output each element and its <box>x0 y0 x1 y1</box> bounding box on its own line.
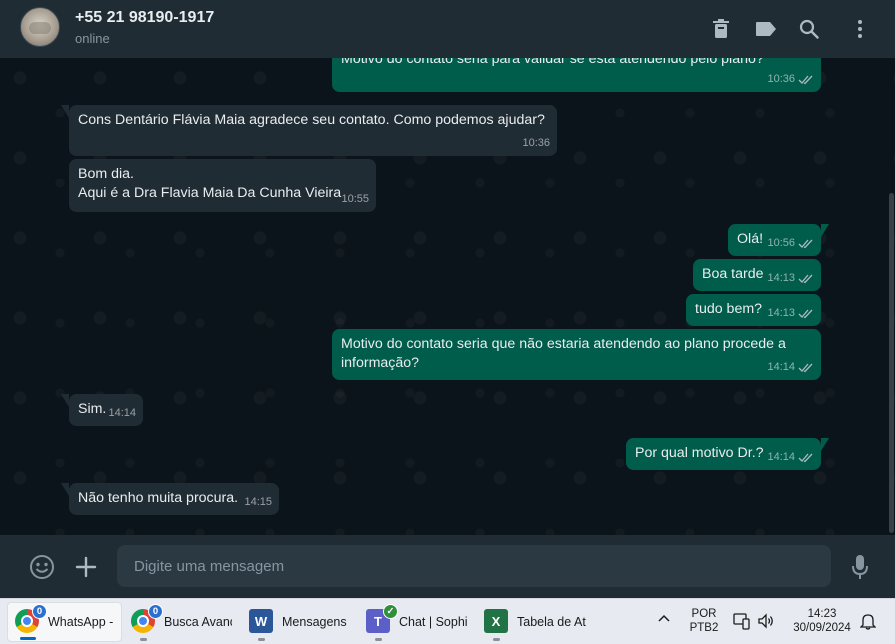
message-time: 14:14 <box>108 407 136 419</box>
notification-badge: 0 <box>148 604 163 619</box>
input-language-indicator[interactable]: POR PTB2 <box>686 607 722 635</box>
message-time: 10:55 <box>341 193 369 205</box>
message-time: 14:14 <box>767 451 795 463</box>
read-ticks-icon <box>798 274 813 284</box>
message-text: Não tenho muita procura. <box>78 490 239 506</box>
message-meta: 10:56 <box>767 234 814 253</box>
search-icon[interactable] <box>797 17 821 41</box>
chat-messages-area[interactable]: Motivo do contato seria para validar se … <box>0 58 895 535</box>
message-text: Motivo do contato seria para validar se … <box>341 58 764 67</box>
menu-icon[interactable] <box>848 17 872 41</box>
notification-badge: 0 <box>32 604 47 619</box>
delete-icon[interactable] <box>709 17 733 41</box>
message-meta: 14:13 <box>767 269 814 288</box>
message-meta: 14:15 <box>244 493 272 512</box>
message-composer <box>0 535 895 598</box>
chat-scrollbar-thumb[interactable] <box>889 193 894 533</box>
contact-name[interactable]: +55 21 98190-1917 <box>75 9 214 27</box>
message-time: 14:14 <box>767 361 795 373</box>
teams-icon: T ✓ <box>366 604 398 635</box>
taskbar-app-whatsapp[interactable]: 0 WhatsApp - <box>7 602 122 642</box>
windows-taskbar: 0 WhatsApp - 0 Busca Avanç W Mensagens |… <box>0 598 895 644</box>
show-hidden-icons-chevron-icon[interactable] <box>656 611 674 629</box>
message-text: Motivo do contato seria que não estaria … <box>341 336 786 371</box>
message-meta: 14:13 <box>767 304 814 323</box>
message-time: 10:36 <box>522 137 550 149</box>
running-indicator <box>493 638 500 641</box>
message-outgoing[interactable]: Motivo do contato seria para validar se … <box>332 58 821 92</box>
clock-time: 14:23 <box>807 608 837 620</box>
active-indicator <box>20 637 36 640</box>
message-time: 14:13 <box>767 307 795 319</box>
running-indicator <box>258 638 265 641</box>
message-outgoing[interactable]: Boa tarde 14:13 <box>693 259 821 291</box>
check-icon: ✓ <box>383 604 398 619</box>
message-text: Cons Dentário Flávia Maia agradece seu c… <box>78 112 545 128</box>
read-ticks-icon <box>798 239 813 249</box>
excel-icon: X <box>484 609 510 635</box>
running-indicator <box>375 638 382 641</box>
message-outgoing[interactable]: tudo bem? 14:13 <box>686 294 821 326</box>
message-outgoing[interactable]: Por qual motivo Dr.? 14:14 <box>626 438 829 470</box>
taskbar-app-label: WhatsApp - <box>48 615 114 629</box>
language-code: POR <box>691 608 717 620</box>
taskbar-app-busca[interactable]: 0 Busca Avanç <box>124 602 237 642</box>
taskbar-app-teams[interactable]: T ✓ Chat | Sophi <box>359 602 472 642</box>
message-text: Bom dia. Aqui é a Dra Flavia Maia Da Cun… <box>78 166 342 201</box>
message-time: 10:36 <box>767 73 795 85</box>
message-outgoing[interactable]: Olá! 10:56 <box>728 224 829 256</box>
contact-status: online <box>75 31 110 46</box>
clock[interactable]: 14:23 30/09/2024 <box>786 607 858 635</box>
taskbar-app-label: Chat | Sophi <box>399 615 467 629</box>
message-incoming[interactable]: Sim. 14:14 <box>61 394 143 426</box>
message-time: 10:56 <box>767 237 795 249</box>
keyboard-layout: PTB2 <box>689 622 719 634</box>
message-meta: 14:14 <box>767 448 814 467</box>
chat-scrollbar[interactable] <box>887 58 895 535</box>
message-incoming[interactable]: Cons Dentário Flávia Maia agradece seu c… <box>61 105 557 156</box>
read-ticks-icon <box>798 309 813 319</box>
message-time: 14:13 <box>767 272 795 284</box>
notification-bell-icon[interactable] <box>859 612 878 630</box>
message-outgoing[interactable]: Motivo do contato seria que não estaria … <box>332 329 821 380</box>
contact-avatar[interactable] <box>20 7 60 47</box>
clock-date: 30/09/2024 <box>793 622 851 634</box>
taskbar-app-label: Tabela de At <box>517 615 586 629</box>
device-phone-icon[interactable] <box>733 612 751 630</box>
message-meta: 14:14 <box>108 404 136 423</box>
message-meta: 10:36 <box>767 70 814 89</box>
taskbar-app-word[interactable]: W Mensagens | <box>242 602 354 642</box>
running-indicator <box>140 638 147 641</box>
message-incoming[interactable]: Não tenho muita procura. 14:15 <box>61 483 279 515</box>
attach-plus-icon[interactable] <box>72 553 100 581</box>
message-meta: 10:55 <box>341 190 369 209</box>
message-incoming[interactable]: Bom dia. Aqui é a Dra Flavia Maia Da Cun… <box>69 159 376 212</box>
emoji-icon[interactable] <box>28 553 56 581</box>
message-time: 14:15 <box>244 496 272 508</box>
taskbar-app-label: Mensagens | <box>282 615 348 629</box>
taskbar-app-label: Busca Avanç <box>164 615 232 629</box>
read-ticks-icon <box>798 363 813 373</box>
taskbar-app-excel[interactable]: X Tabela de At <box>477 602 590 642</box>
label-icon[interactable] <box>754 17 778 41</box>
volume-icon[interactable] <box>757 612 775 630</box>
read-ticks-icon <box>798 453 813 463</box>
message-meta: 10:36 <box>522 134 550 153</box>
word-icon: W <box>249 609 275 635</box>
chrome-icon: 0 <box>131 604 163 635</box>
chrome-icon: 0 <box>15 604 47 635</box>
microphone-icon[interactable] <box>846 553 874 581</box>
chat-header: +55 21 98190-1917 online <box>0 0 895 58</box>
read-ticks-icon <box>798 75 813 85</box>
message-input[interactable] <box>117 545 831 587</box>
message-meta: 14:14 <box>767 358 814 377</box>
